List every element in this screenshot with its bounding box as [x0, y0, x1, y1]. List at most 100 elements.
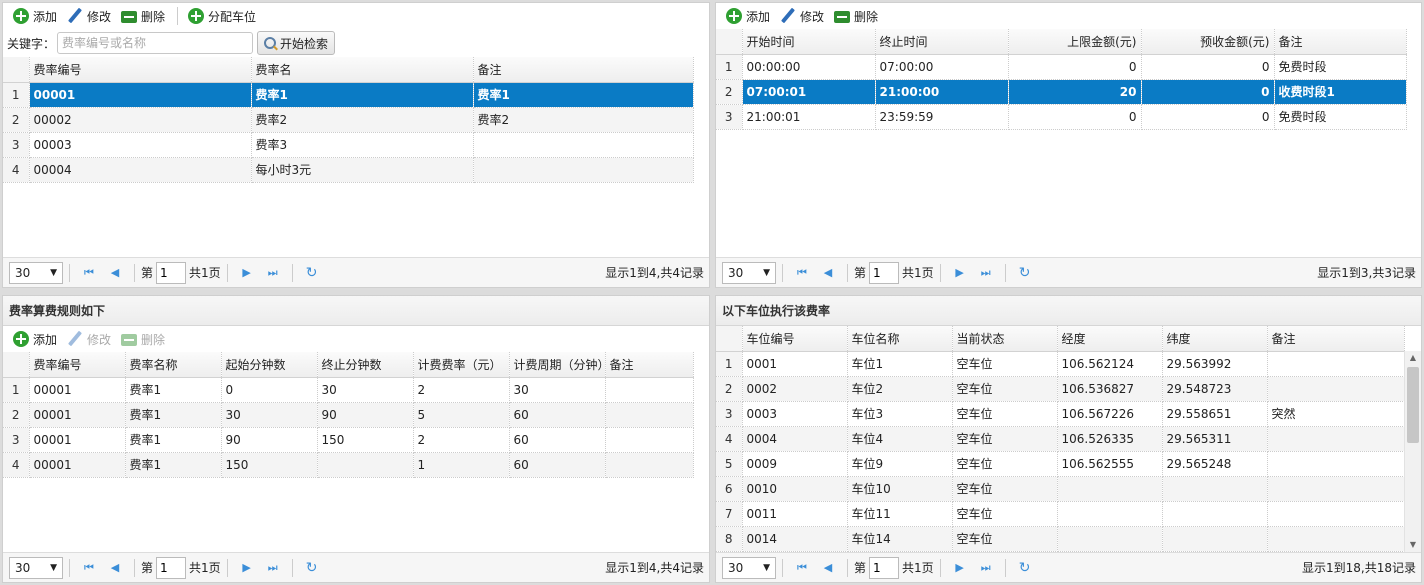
table-row[interactable]: 3 00003 费率3: [3, 132, 694, 158]
search-input[interactable]: [57, 32, 254, 54]
column-header[interactable]: 预收金额(元): [1141, 29, 1275, 55]
row-number: 3: [3, 427, 30, 453]
table-row[interactable]: 5 0009 车位9 空车位 106.562555 29.565248: [716, 451, 1405, 477]
table-row[interactable]: 2 00001 费率1 30 90 5 60: [3, 402, 694, 428]
page-size-select[interactable]: 30 ▼: [722, 261, 776, 284]
column-header[interactable]: 备注: [605, 352, 694, 378]
table-row[interactable]: 1 00001 费率1 0 30 2 30: [3, 377, 694, 403]
column-header[interactable]: 车位名称: [847, 326, 953, 352]
column-header[interactable]: 当前状态: [952, 326, 1058, 352]
next-page-icon[interactable]: ▶: [951, 264, 969, 282]
table-row[interactable]: 2 0002 车位2 空车位 106.536827 29.548723: [716, 376, 1405, 402]
delete-button[interactable]: 删除: [830, 5, 882, 27]
scrollbar-thumb[interactable]: [1407, 367, 1419, 443]
next-page-icon[interactable]: ▶: [238, 559, 256, 577]
page-number-input[interactable]: [156, 261, 187, 284]
last-page-icon[interactable]: ⏭: [977, 559, 995, 577]
pencil-icon: [67, 8, 83, 24]
first-page-icon[interactable]: ⏮: [80, 264, 98, 282]
previous-page-icon[interactable]: ◀: [819, 559, 837, 577]
page-size-select[interactable]: 30 ▼: [722, 556, 776, 579]
add-button[interactable]: 添加: [9, 5, 61, 27]
column-header[interactable]: 计费费率（元）: [413, 352, 510, 378]
first-page-icon[interactable]: ⏮: [793, 264, 811, 282]
table-cell: [1267, 476, 1405, 502]
page-number-input[interactable]: [156, 556, 187, 579]
column-header[interactable]: 计费周期（分钟）: [509, 352, 606, 378]
refresh-icon[interactable]: ↻: [1016, 559, 1034, 577]
column-header[interactable]: 开始时间: [742, 29, 876, 55]
page-number-input[interactable]: [869, 556, 900, 579]
table-row[interactable]: 1 0001 车位1 空车位 106.562124 29.563992: [716, 351, 1405, 377]
add-button[interactable]: 添加: [722, 5, 774, 27]
table-row[interactable]: 3 0003 车位3 空车位 106.567226 29.558651 突然: [716, 401, 1405, 427]
page-size-select[interactable]: 30 ▼: [9, 556, 63, 579]
page-info: 显示1到18,共18记录: [1302, 561, 1416, 575]
table-cell: 60: [509, 427, 606, 453]
table-row[interactable]: 7 0011 车位11 空车位: [716, 501, 1405, 527]
column-header[interactable]: 终止时间: [875, 29, 1009, 55]
table-row[interactable]: 4 00001 费率1 150 1 60: [3, 452, 694, 478]
previous-page-icon[interactable]: ◀: [106, 264, 124, 282]
table-row[interactable]: 3 21:00:01 23:59:59 0 0 免费时段: [716, 104, 1407, 130]
table-row[interactable]: 4 0004 车位4 空车位 106.526335 29.565311: [716, 426, 1405, 452]
table-row[interactable]: 4 00004 每小时3元: [3, 157, 694, 183]
add-button[interactable]: 添加: [9, 328, 61, 350]
table-row[interactable]: 8 0014 车位14 空车位: [716, 526, 1405, 552]
page-prefix: 第: [141, 266, 154, 280]
column-header[interactable]: 费率编号: [29, 352, 126, 378]
pager-separator: [69, 558, 70, 577]
refresh-icon[interactable]: ↻: [303, 264, 321, 282]
page-number-input[interactable]: [869, 261, 900, 284]
table-row[interactable]: 2 00002 费率2 费率2: [3, 107, 694, 133]
assign-space-button[interactable]: 分配车位: [184, 5, 260, 27]
table-cell: 0: [1008, 104, 1142, 130]
search-button[interactable]: 开始检索: [257, 31, 336, 55]
table-row[interactable]: 2 07:00:01 21:00:00 20 0 收费时段1: [716, 79, 1407, 105]
table-row[interactable]: 6 0010 车位10 空车位: [716, 476, 1405, 502]
edit-button[interactable]: 修改: [63, 328, 115, 350]
column-header[interactable]: 费率名: [251, 57, 474, 83]
next-page-icon[interactable]: ▶: [238, 264, 256, 282]
first-page-icon[interactable]: ⏮: [793, 559, 811, 577]
previous-page-icon[interactable]: ◀: [819, 264, 837, 282]
column-header[interactable]: 车位编号: [742, 326, 848, 352]
edit-button[interactable]: 修改: [63, 5, 115, 27]
table-cell: 5: [413, 402, 510, 428]
table-cell: 费率1: [473, 82, 694, 108]
scroll-down-icon[interactable]: ▼: [1405, 538, 1421, 552]
row-number: 1: [3, 377, 30, 403]
table-cell: 00004: [29, 157, 252, 183]
table-row[interactable]: 1 00:00:00 07:00:00 0 0 免费时段: [716, 54, 1407, 80]
column-header[interactable]: 费率编号: [29, 57, 252, 83]
delete-button[interactable]: 删除: [117, 5, 169, 27]
panel-title: 以下车位执行该费率: [716, 296, 1421, 326]
column-header[interactable]: 备注: [1274, 29, 1407, 55]
table-cell: 60: [509, 402, 606, 428]
vertical-scrollbar[interactable]: ▲ ▼: [1404, 351, 1421, 552]
refresh-icon[interactable]: ↻: [303, 559, 321, 577]
column-header[interactable]: 起始分钟数: [221, 352, 318, 378]
column-header[interactable]: 纬度: [1162, 326, 1268, 352]
column-header[interactable]: 费率名称: [125, 352, 222, 378]
table-row[interactable]: 3 00001 费率1 90 150 2 60: [3, 427, 694, 453]
refresh-icon[interactable]: ↻: [1016, 264, 1034, 282]
last-page-icon[interactable]: ⏭: [264, 559, 282, 577]
table-cell: [1267, 426, 1405, 452]
table-cell: 90: [317, 402, 414, 428]
first-page-icon[interactable]: ⏮: [80, 559, 98, 577]
edit-button[interactable]: 修改: [776, 5, 828, 27]
page-size-select[interactable]: 30 ▼: [9, 261, 63, 284]
previous-page-icon[interactable]: ◀: [106, 559, 124, 577]
last-page-icon[interactable]: ⏭: [264, 264, 282, 282]
table-row[interactable]: 1 00001 费率1 费率1: [3, 82, 694, 108]
column-header[interactable]: 备注: [473, 57, 694, 83]
next-page-icon[interactable]: ▶: [951, 559, 969, 577]
column-header[interactable]: 备注: [1267, 326, 1405, 352]
column-header[interactable]: 上限金额(元): [1008, 29, 1142, 55]
column-header[interactable]: 终止分钟数: [317, 352, 414, 378]
delete-button[interactable]: 删除: [117, 328, 169, 350]
column-header[interactable]: 经度: [1057, 326, 1163, 352]
last-page-icon[interactable]: ⏭: [977, 264, 995, 282]
scroll-up-icon[interactable]: ▲: [1405, 351, 1421, 365]
